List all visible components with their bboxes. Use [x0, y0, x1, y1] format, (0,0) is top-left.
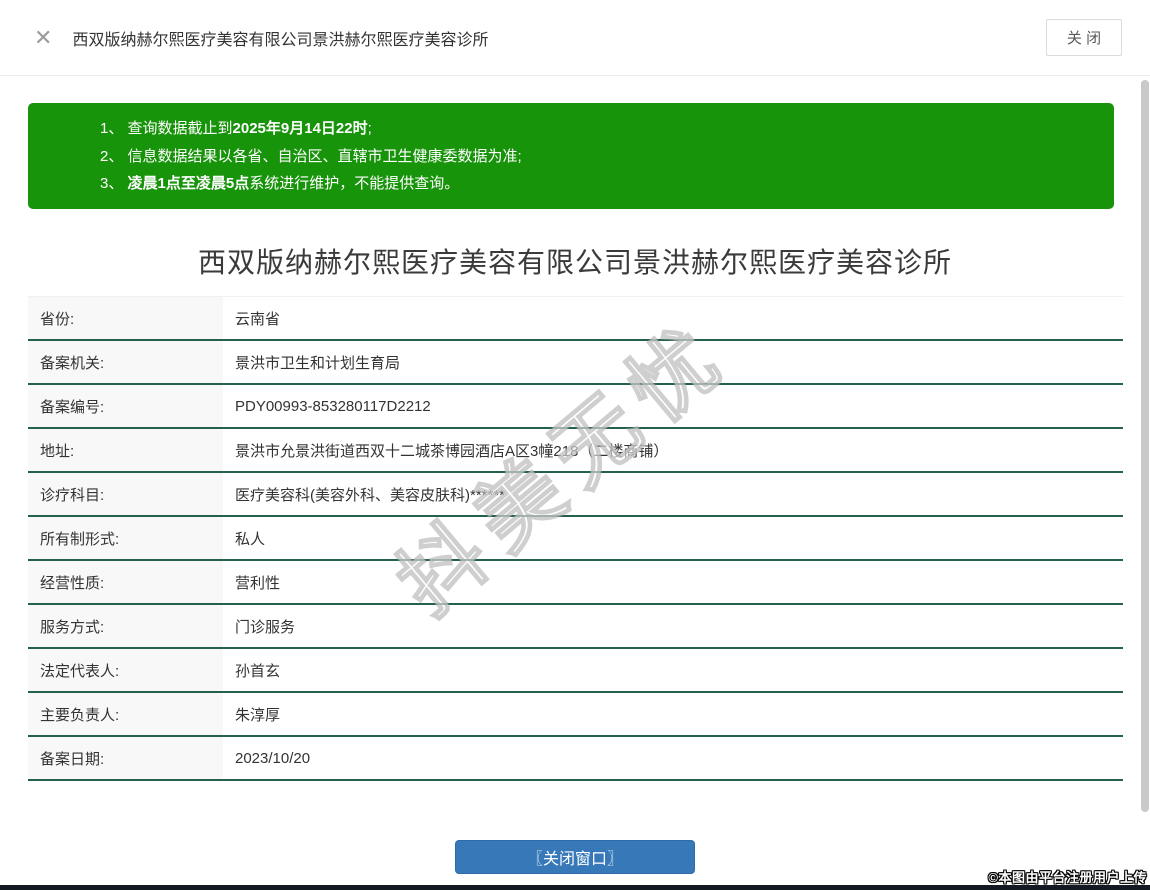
- close-window-button[interactable]: 〖关闭窗口〗: [455, 840, 695, 874]
- notice-line-3: 3、 凌晨1点至凌晨5点系统进行维护，不能提供查询。: [100, 175, 460, 192]
- row-label: 法定代表人:: [28, 649, 223, 691]
- table-row-ownership-form: 所有制形式: 私人: [28, 517, 1123, 561]
- table-row-filing-authority: 备案机关: 景洪市卫生和计划生育局: [28, 341, 1123, 385]
- row-value: 景洪市允景洪街道西双十二城茶博园酒店A区3幢218（二楼商铺）: [223, 429, 1123, 471]
- row-label: 经营性质:: [28, 561, 223, 603]
- window-title: 西双版纳赫尔熙医疗美容有限公司景洪赫尔熙医疗美容诊所: [72, 31, 489, 49]
- notice-line-2: 2、 信息数据结果以各省、自治区、直辖市卫生健康委数据为准;: [100, 147, 522, 165]
- row-value: 云南省: [223, 297, 1123, 339]
- row-value: PDY00993-853280117D2212: [223, 385, 1123, 427]
- row-label: 主要负责人:: [28, 693, 223, 735]
- table-row-principal: 主要负责人: 朱淳厚: [28, 693, 1123, 737]
- row-value: 孙首玄: [223, 649, 1123, 691]
- row-label: 备案编号:: [28, 385, 223, 427]
- table-row-address: 地址: 景洪市允景洪街道西双十二城茶博园酒店A区3幢218（二楼商铺）: [28, 429, 1123, 473]
- row-value: 景洪市卫生和计划生育局: [223, 341, 1123, 383]
- table-row-business-nature: 经营性质: 营利性: [28, 561, 1123, 605]
- row-label: 备案日期:: [28, 737, 223, 779]
- upload-watermark: ©本图由平台注册用户上传: [988, 870, 1147, 885]
- window-header: ✕ 西双版纳赫尔熙医疗美容有限公司景洪赫尔熙医疗美容诊所 关 闭: [0, 0, 1150, 76]
- row-label: 备案机关:: [28, 341, 223, 383]
- table-row-legal-representative: 法定代表人: 孙首玄: [28, 649, 1123, 693]
- row-value: 门诊服务: [223, 605, 1123, 647]
- table-row-treatment-subjects: 诊疗科目: 医疗美容科(美容外科、美容皮肤科)******: [28, 473, 1123, 517]
- notice-line-1: 1、 查询数据截止到2025年9月14日22时;: [100, 120, 372, 137]
- notice-banner: 1、 查询数据截止到2025年9月14日22时; 2、 信息数据结果以各省、自治…: [28, 103, 1114, 209]
- table-row-province: 省份: 云南省: [28, 297, 1123, 341]
- row-label: 地址:: [28, 429, 223, 471]
- registration-info-table: 省份: 云南省 备案机关: 景洪市卫生和计划生育局 备案编号: PDY00993…: [28, 296, 1123, 781]
- row-value: 朱淳厚: [223, 693, 1123, 735]
- close-button[interactable]: 关 闭: [1046, 19, 1122, 56]
- row-label: 诊疗科目:: [28, 473, 223, 515]
- row-label: 服务方式:: [28, 605, 223, 647]
- bottom-divider-bar: [0, 885, 1150, 890]
- row-value: 私人: [223, 517, 1123, 559]
- row-value: 营利性: [223, 561, 1123, 603]
- page-title: 西双版纳赫尔熙医疗美容有限公司景洪赫尔熙医疗美容诊所: [197, 247, 952, 278]
- row-value: 医疗美容科(美容外科、美容皮肤科)******: [223, 473, 1123, 515]
- row-label: 所有制形式:: [28, 517, 223, 559]
- table-row-filing-date: 备案日期: 2023/10/20: [28, 737, 1123, 781]
- row-value: 2023/10/20: [223, 737, 1123, 779]
- table-row-service-mode: 服务方式: 门诊服务: [28, 605, 1123, 649]
- vertical-scrollbar[interactable]: [1141, 80, 1149, 812]
- close-x-icon[interactable]: ✕: [34, 26, 52, 49]
- table-row-filing-number: 备案编号: PDY00993-853280117D2212: [28, 385, 1123, 429]
- row-label: 省份:: [28, 297, 223, 339]
